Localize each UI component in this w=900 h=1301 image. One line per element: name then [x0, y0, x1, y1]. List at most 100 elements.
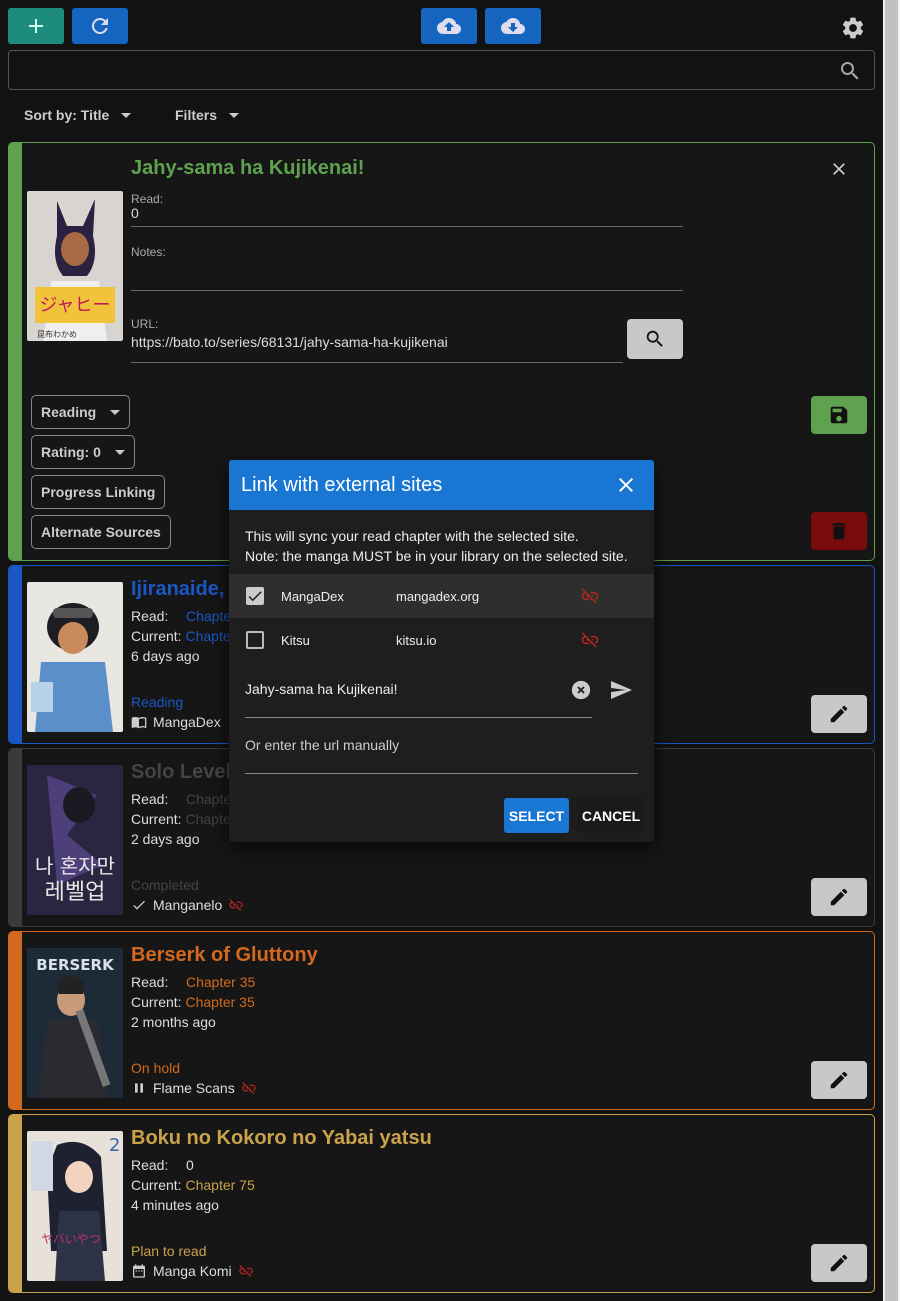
search-icon[interactable]: [838, 59, 862, 83]
search-url-button[interactable]: [627, 319, 683, 359]
progress-linking-button[interactable]: Progress Linking: [31, 475, 166, 509]
pause-icon: [135, 1083, 143, 1093]
cloud-upload-button[interactable]: [421, 8, 477, 44]
notes-input[interactable]: [131, 263, 683, 283]
manga-title[interactable]: Boku no Kokoro no Yabai yatsu: [131, 1127, 432, 1150]
pencil-icon: [830, 705, 848, 723]
site-checkbox[interactable]: [246, 631, 264, 649]
current-chapter-link[interactable]: Chapter 35: [185, 994, 254, 1010]
site-row-kitsu[interactable]: Kitsu kitsu.io: [229, 618, 654, 662]
current-chapter-link[interactable]: Chapter 75: [185, 1177, 254, 1193]
status-stripe: [9, 749, 22, 926]
edit-button[interactable]: [811, 695, 867, 733]
read-label: Read:: [131, 974, 169, 990]
current-chapter-link[interactable]: Chapter: [185, 628, 235, 644]
source-name: MangaDex: [153, 714, 221, 730]
site-row-mangadex[interactable]: MangaDex mangadex.org: [229, 574, 654, 618]
svg-text:昆布わかめ: 昆布わかめ: [37, 329, 77, 339]
current-row: Current: Chapter: [131, 628, 235, 644]
current-chapter-link[interactable]: Chapter: [185, 811, 235, 827]
site-name: Kitsu: [281, 632, 310, 648]
site-url: kitsu.io: [396, 632, 437, 648]
manga-card: 2 ヤバいやつ Boku no Kokoro no Yabai yatsu Re…: [8, 1114, 875, 1293]
cover-image: ジャヒー 昆布わかめ: [27, 191, 123, 341]
pencil-icon: [830, 888, 848, 906]
close-icon[interactable]: [829, 159, 849, 179]
gear-icon[interactable]: [840, 15, 866, 41]
status-stripe: [9, 932, 22, 1109]
source-row: Manganelo: [131, 897, 244, 913]
save-button[interactable]: [811, 396, 867, 434]
source-row: Manga Komi: [131, 1263, 254, 1279]
select-button[interactable]: SELECT: [504, 798, 569, 833]
sort-dropdown[interactable]: Sort by: Title: [24, 100, 132, 130]
read-label: Read:: [131, 608, 169, 624]
notes-underline: [131, 290, 683, 291]
manual-url-underline: [245, 773, 638, 774]
close-icon[interactable]: [614, 473, 638, 497]
updated-time: 2 days ago: [131, 831, 200, 847]
check-icon: [248, 591, 262, 602]
current-row: Current: Chapter: [131, 811, 235, 827]
save-icon: [830, 406, 848, 424]
current-row: Current: Chapter 75: [131, 1177, 255, 1193]
status-stripe: [9, 143, 22, 560]
calendar-icon: [133, 1264, 145, 1278]
scrollbar-thumb[interactable]: [885, 0, 898, 1301]
svg-text:ヤバいやつ: ヤバいやつ: [41, 1232, 101, 1246]
svg-text:2: 2: [109, 1135, 120, 1156]
search-input[interactable]: [19, 57, 819, 83]
status-stripe: [9, 1115, 22, 1292]
delete-button[interactable]: [811, 512, 867, 550]
read-row: Read: Chapter 35: [131, 974, 255, 990]
link-off-icon: [238, 1265, 253, 1277]
rating-select[interactable]: Rating: 0: [31, 435, 135, 469]
read-input[interactable]: 0: [131, 205, 139, 221]
chevron-down-icon: [121, 112, 132, 118]
pencil-icon: [830, 1254, 848, 1272]
source-row: Flame Scans: [131, 1080, 257, 1096]
edit-button[interactable]: [811, 1061, 867, 1099]
read-row: Read: 0: [131, 1157, 194, 1173]
url-input[interactable]: https://bato.to/series/68131/jahy-sama-h…: [131, 334, 448, 350]
edit-button[interactable]: [811, 878, 867, 916]
status-select-label: Reading: [41, 404, 97, 420]
rating-select-label: Rating: 0: [41, 444, 101, 460]
trash-icon: [832, 522, 846, 540]
refresh-button[interactable]: [72, 8, 128, 44]
alternate-sources-button[interactable]: Alternate Sources: [31, 515, 171, 549]
read-chapter-link[interactable]: 0: [186, 1157, 194, 1173]
send-icon[interactable]: [609, 678, 633, 702]
current-label: Current:: [131, 994, 182, 1010]
edit-button[interactable]: [811, 1244, 867, 1282]
site-checkbox[interactable]: [246, 587, 264, 605]
plus-icon: [29, 19, 43, 33]
manual-url-input[interactable]: Or enter the url manually: [245, 737, 399, 753]
site-name: MangaDex: [281, 588, 344, 604]
manga-title[interactable]: Berserk of Gluttony: [131, 944, 318, 967]
chevron-down-icon: [114, 449, 125, 455]
cover-image: 나 혼자만 레벨업: [27, 765, 123, 915]
scrollbar[interactable]: [883, 0, 900, 1301]
cancel-button[interactable]: CANCEL: [577, 798, 645, 833]
dialog-description: This will sync your read chapter with th…: [245, 526, 628, 566]
add-button[interactable]: [8, 8, 64, 44]
cloud-download-button[interactable]: [485, 8, 541, 44]
page: Sort by: Title Filters ジャヒー 昆布わかめ Jahy-s…: [0, 0, 883, 1301]
filters-dropdown[interactable]: Filters: [175, 100, 240, 130]
dialog-header: Link with external sites: [229, 460, 654, 510]
pencil-icon: [830, 1071, 848, 1089]
source-row: MangaDex: [131, 714, 221, 730]
status-select[interactable]: Reading: [31, 395, 131, 429]
manga-search-input[interactable]: Jahy-sama ha Kujikenai!: [245, 681, 398, 697]
read-chapter-link[interactable]: Chapter 35: [186, 974, 255, 990]
notes-label: Notes:: [131, 245, 166, 259]
search-icon: [646, 330, 663, 347]
read-row: Read: Chapter: [131, 791, 236, 807]
read-row: Read: Chapter: [131, 608, 236, 624]
clear-icon[interactable]: [570, 679, 592, 701]
manga-title: Jahy-sama ha Kujikenai!: [131, 157, 365, 179]
chevron-down-icon: [229, 112, 240, 118]
cover-image: [27, 582, 123, 732]
updated-time: 4 minutes ago: [131, 1197, 219, 1213]
